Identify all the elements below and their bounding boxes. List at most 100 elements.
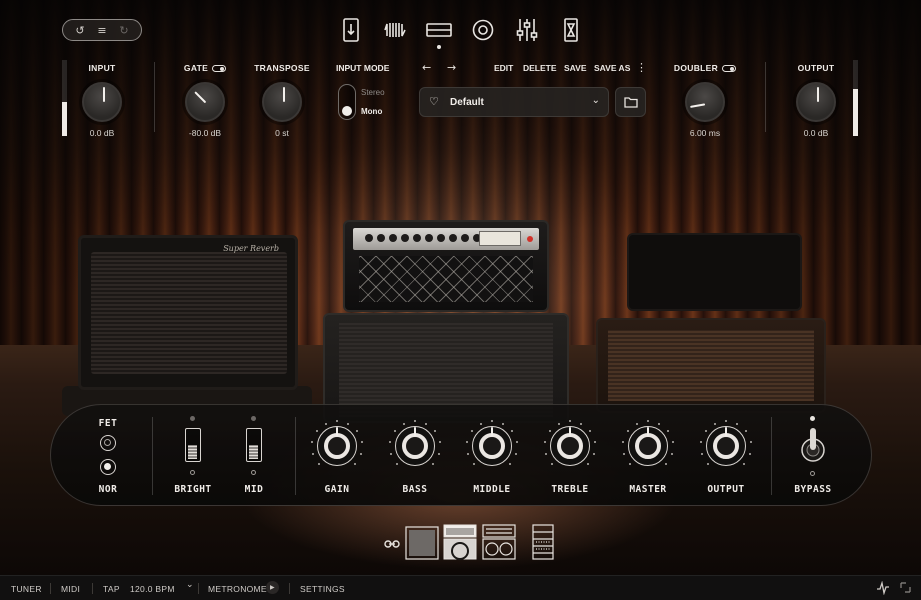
right-amp-head bbox=[627, 233, 802, 311]
settings-button[interactable]: SETTINGS bbox=[300, 584, 345, 594]
center-amp-head[interactable] bbox=[343, 220, 549, 312]
more-options-icon[interactable]: ⋮ bbox=[636, 61, 647, 75]
previous-preset-icon[interactable]: ← bbox=[422, 61, 431, 75]
edit-preset-button[interactable]: EDIT bbox=[494, 63, 513, 73]
bright-off-dot bbox=[190, 470, 195, 475]
nor-label: NOR bbox=[98, 484, 118, 495]
history-controls: ↺ ≡ ↻ bbox=[62, 19, 142, 41]
treble-amp-label: TREBLE bbox=[551, 484, 589, 495]
transpose-unit: st bbox=[282, 128, 289, 138]
resize-window-icon[interactable] bbox=[900, 582, 911, 595]
transpose-knob[interactable] bbox=[262, 82, 302, 122]
tap-tempo-button[interactable]: TAP bbox=[103, 584, 120, 594]
mid-led bbox=[251, 416, 256, 421]
bass-amp-label: BASS bbox=[402, 484, 428, 495]
tuner-view-icon[interactable] bbox=[336, 16, 366, 44]
transpose-knob-group: TRANSPOSE 0 st bbox=[247, 62, 317, 138]
output-amp-knob[interactable] bbox=[700, 420, 752, 472]
amp-power-led bbox=[527, 236, 533, 242]
tempo-chevron-icon[interactable]: ⌄ bbox=[186, 580, 194, 590]
preset-toolbar: ← → EDIT DELETE SAVE SAVE AS ⋮ bbox=[420, 61, 650, 75]
gate-knob[interactable] bbox=[185, 82, 225, 122]
output-amp-label: OUTPUT bbox=[707, 484, 745, 495]
metronome-play-icon[interactable]: ▶ bbox=[266, 581, 279, 594]
preset-selector[interactable]: ♡ Default ⌄ bbox=[419, 87, 609, 117]
doubler-toggle[interactable] bbox=[722, 64, 737, 72]
input-mode-group: INPUT MODE Stereo Mono bbox=[336, 63, 396, 120]
bypass-footswitch[interactable] bbox=[800, 424, 826, 464]
divider bbox=[295, 417, 296, 495]
input-mode-label: INPUT MODE bbox=[336, 63, 390, 73]
output-value: 0.0 bbox=[803, 128, 816, 138]
doubler-knob[interactable] bbox=[685, 82, 725, 122]
input-knob[interactable] bbox=[82, 82, 122, 122]
mid-label: MID bbox=[244, 484, 264, 495]
combo-amp-thumbnail-icon[interactable] bbox=[405, 526, 439, 565]
doubler-label: DOUBLER bbox=[673, 63, 719, 73]
output-unit: dB bbox=[817, 128, 829, 138]
bass-amp-knob[interactable] bbox=[389, 420, 441, 472]
gate-knob-group: GATE -80.0 dB bbox=[170, 62, 240, 138]
gate-toggle[interactable] bbox=[212, 64, 227, 72]
bypass-label: BYPASS bbox=[794, 484, 832, 495]
center-cab-grill bbox=[339, 323, 553, 417]
master-amp-knob[interactable] bbox=[622, 420, 674, 472]
midi-button[interactable]: MIDI bbox=[61, 584, 80, 594]
pedal-view-icon[interactable] bbox=[380, 16, 410, 44]
output-label: OUTPUT bbox=[797, 63, 835, 73]
divider bbox=[765, 62, 766, 132]
bypass-off-dot bbox=[810, 471, 815, 476]
folder-icon[interactable] bbox=[615, 87, 646, 117]
left-amp-grill bbox=[91, 252, 287, 374]
doubler-unit: ms bbox=[708, 128, 721, 138]
chain-link-icon[interactable] bbox=[384, 536, 400, 554]
save-preset-button[interactable]: SAVE bbox=[564, 63, 587, 73]
mid-switch[interactable] bbox=[246, 428, 262, 462]
divider bbox=[771, 417, 772, 495]
input-mode-switch[interactable] bbox=[338, 84, 356, 120]
chevron-down-icon: ⌄ bbox=[591, 95, 600, 106]
input-mode-stereo-option[interactable]: Stereo bbox=[361, 88, 385, 97]
divider bbox=[152, 417, 153, 495]
rack-fx-icon[interactable] bbox=[556, 16, 586, 44]
doubler-knob-group: DOUBLER 6.00 ms bbox=[670, 62, 740, 138]
undo-icon[interactable]: ↺ bbox=[75, 25, 84, 36]
redo-icon[interactable]: ↻ bbox=[119, 25, 128, 36]
metronome-button[interactable]: METRONOME bbox=[208, 584, 267, 594]
right-amp-cabinet bbox=[596, 318, 826, 413]
preset-name: Default bbox=[450, 97, 484, 108]
transpose-value: 0 bbox=[275, 128, 280, 138]
view-navigation bbox=[336, 16, 586, 49]
treble-amp-knob[interactable] bbox=[544, 420, 596, 472]
fet-radio[interactable] bbox=[100, 435, 116, 451]
output-knob[interactable] bbox=[796, 82, 836, 122]
right-cab-grill bbox=[608, 330, 814, 401]
menu-icon[interactable]: ≡ bbox=[97, 25, 106, 36]
stack-amp-thumbnail-icon[interactable] bbox=[443, 524, 477, 565]
bright-switch[interactable] bbox=[185, 428, 201, 462]
gate-label: GATE bbox=[183, 63, 209, 73]
activity-icon[interactable] bbox=[876, 580, 890, 597]
input-knob-group: INPUT 0.0 dB bbox=[67, 62, 137, 138]
amp-view-icon[interactable] bbox=[424, 16, 454, 49]
cabinet-thumbnail-icon[interactable] bbox=[482, 524, 516, 565]
divider bbox=[289, 583, 290, 594]
next-preset-icon[interactable]: → bbox=[447, 61, 456, 75]
cabinet-view-icon[interactable] bbox=[468, 16, 498, 44]
input-value: 0.0 bbox=[89, 128, 102, 138]
left-amp-badge: Super Reverb bbox=[223, 244, 279, 253]
save-as-preset-button[interactable]: SAVE AS bbox=[594, 63, 630, 73]
gain-amp-label: GAIN bbox=[324, 484, 350, 495]
tuner-button[interactable]: TUNER bbox=[11, 584, 42, 594]
nor-radio[interactable] bbox=[100, 459, 116, 475]
middle-amp-knob[interactable] bbox=[466, 420, 518, 472]
gain-amp-knob[interactable] bbox=[311, 420, 363, 472]
bypass-led bbox=[810, 416, 815, 421]
input-mode-mono-option[interactable]: Mono bbox=[361, 107, 382, 116]
favorite-heart-icon[interactable]: ♡ bbox=[429, 95, 439, 108]
delete-preset-button[interactable]: DELETE bbox=[523, 63, 557, 73]
eq-mixer-icon[interactable] bbox=[512, 16, 542, 44]
rack-thumbnail-icon[interactable] bbox=[532, 524, 554, 565]
divider bbox=[50, 583, 51, 594]
tempo-value[interactable]: 120.0 BPM bbox=[130, 584, 175, 594]
